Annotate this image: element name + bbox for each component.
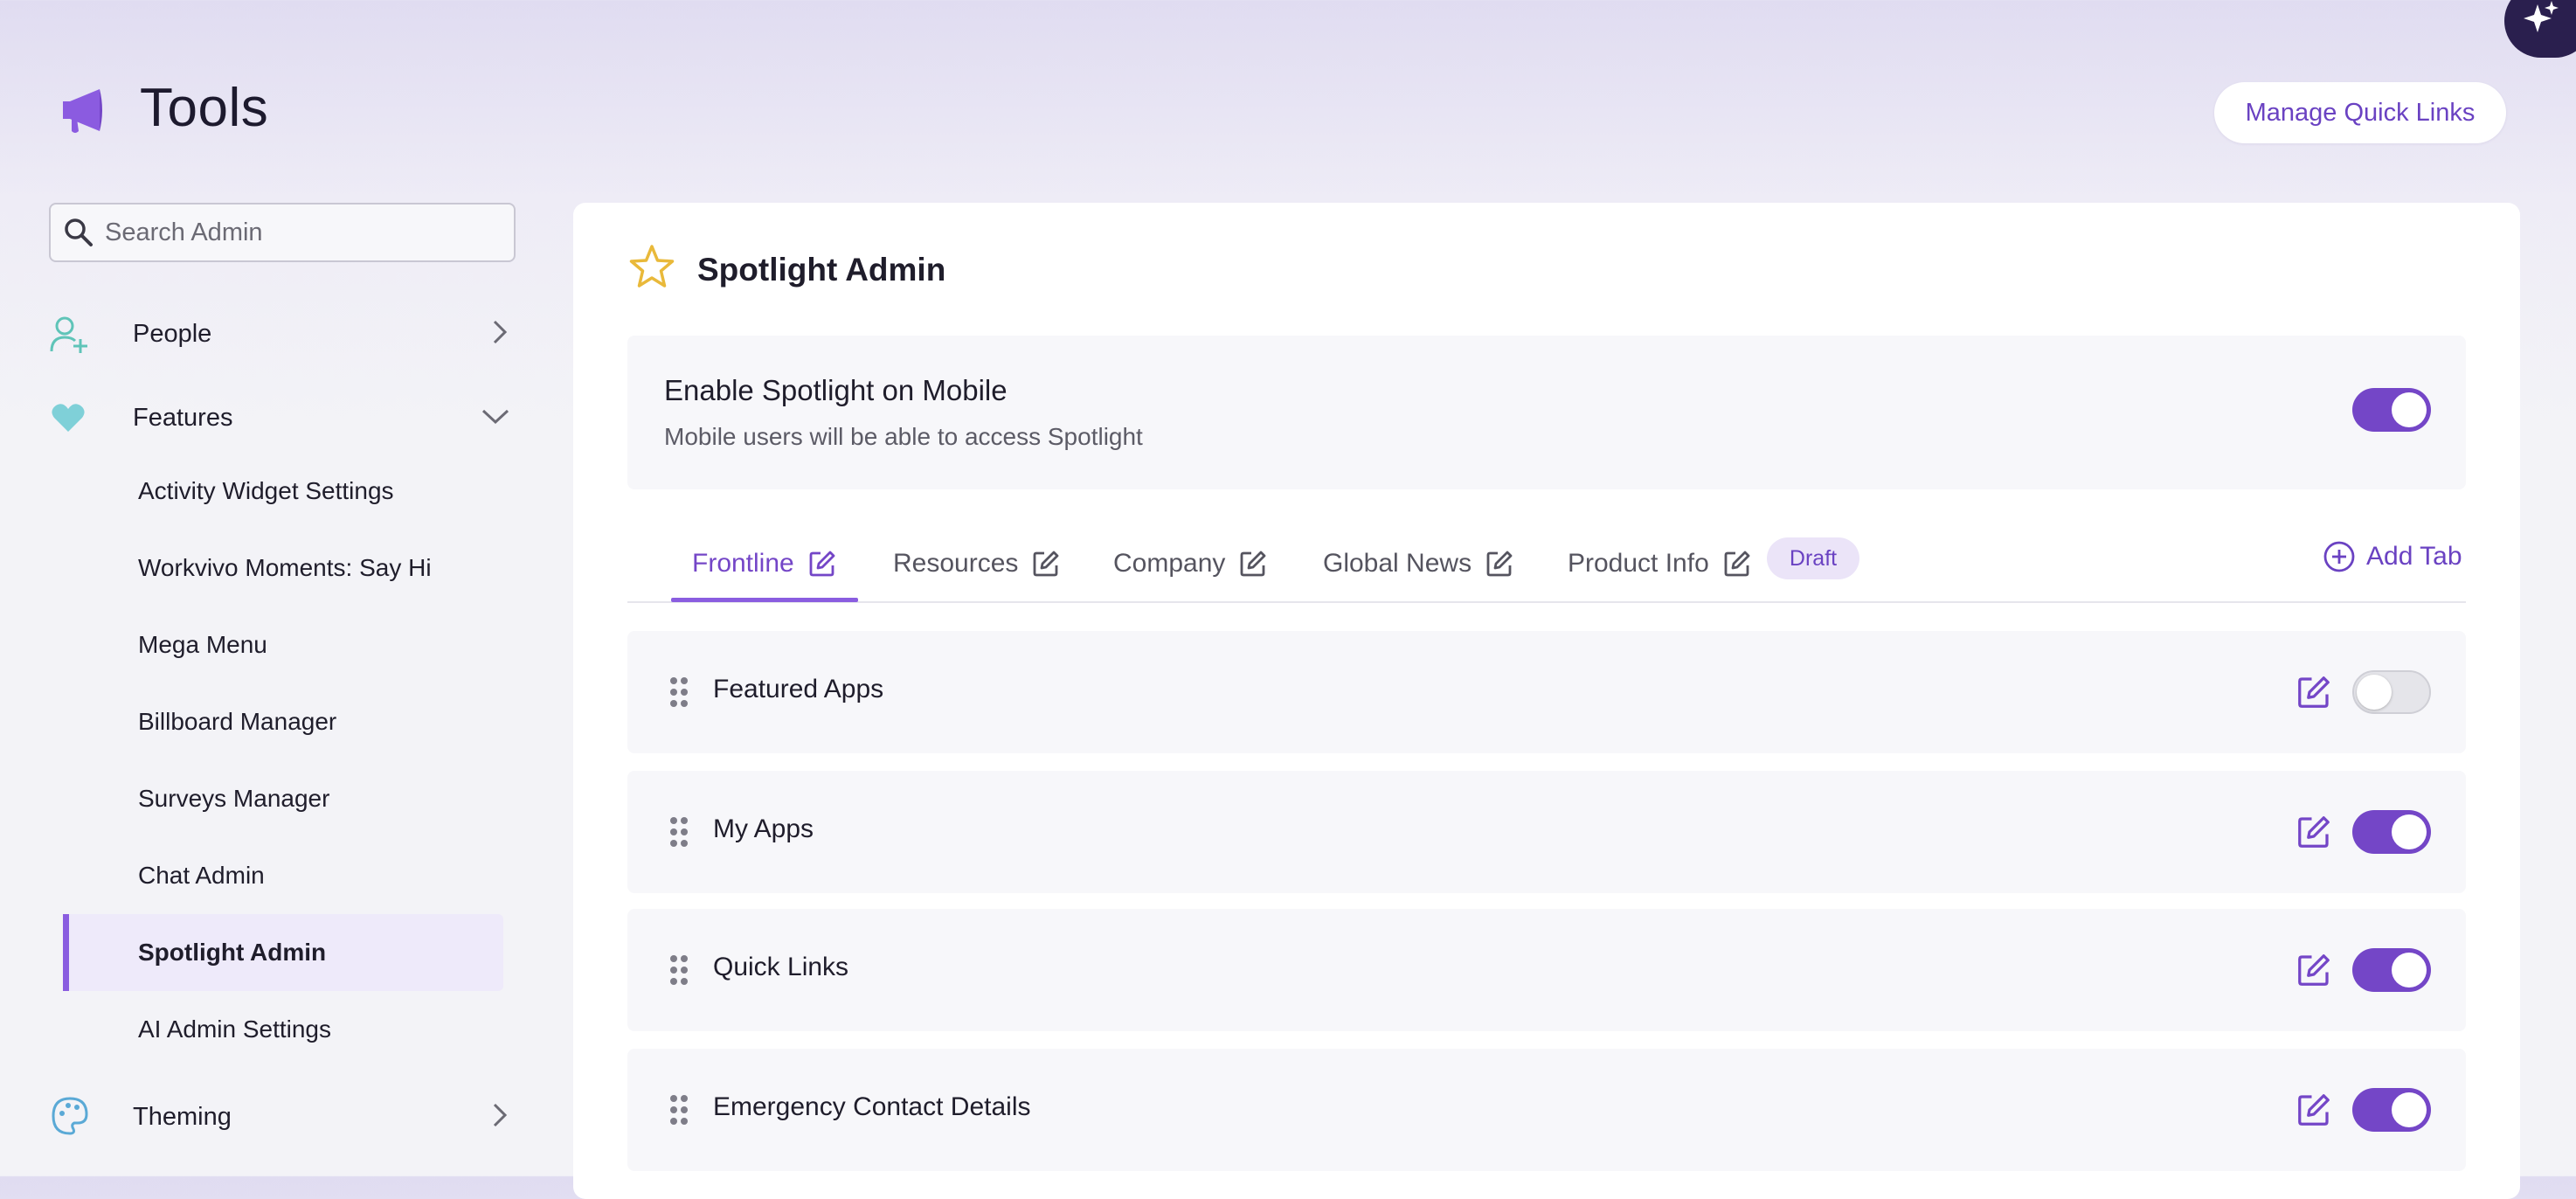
sidebar-group-label: Features [133,403,233,432]
toggle-knob [2357,675,2392,710]
sidebar-item-chat-admin[interactable]: Chat Admin [138,862,265,890]
edit-icon[interactable] [2296,1092,2331,1127]
sidebar-item-ai-admin-settings[interactable]: AI Admin Settings [138,1015,331,1043]
tab-label: Global News [1323,549,1472,578]
card-title: Spotlight Admin [697,252,946,288]
heart-icon [51,402,86,438]
mobile-setting-description: Mobile users will be able to access Spot… [664,423,1143,450]
sidebar-item-billboard-manager[interactable]: Billboard Manager [138,708,336,736]
tab-company[interactable]: Company [1113,542,1267,586]
row-label: Featured Apps [713,675,884,703]
sidebar-group-features[interactable]: Features [49,392,516,444]
toggle-knob [2392,953,2427,988]
mobile-settings-panel [627,336,2466,489]
star-icon [627,243,676,296]
sparkle-icon [2520,0,2560,44]
sidebar-group-label: Theming [133,1102,232,1131]
toggle-knob [2392,392,2427,427]
edit-icon[interactable] [2296,953,2331,988]
page-title: Tools [140,78,269,138]
add-tab-label: Add Tab [2366,542,2462,571]
edit-icon[interactable] [1239,550,1267,578]
search-admin-field[interactable] [49,203,516,262]
tab-label: Product Info [1568,549,1709,578]
tab-label: Frontline [692,549,794,578]
add-tab-button[interactable]: Add Tab [2323,540,2462,573]
sidebar-item-activity-widget-settings[interactable]: Activity Widget Settings [138,477,394,505]
ai-assistant-button[interactable] [2504,0,2576,58]
drag-handle-icon[interactable] [669,1094,689,1126]
row-visibility-toggle[interactable] [2352,1088,2431,1132]
edit-icon[interactable] [1032,550,1060,578]
sidebar-item-mega-menu[interactable]: Mega Menu [138,631,267,659]
chevron-down-icon [481,405,510,431]
section-row-my-apps: My Apps [627,771,2466,893]
sidebar-group-people[interactable]: People [49,308,516,360]
edit-icon[interactable] [1485,550,1513,578]
sidebar-item-spotlight-admin[interactable]: Spotlight Admin [138,939,326,967]
edit-icon[interactable] [808,550,836,578]
row-visibility-toggle[interactable] [2352,948,2431,992]
sidebar-group-theming[interactable]: Theming [49,1091,516,1143]
edit-icon[interactable] [2296,814,2331,849]
edit-icon[interactable] [1723,550,1751,578]
chevron-right-icon [489,318,510,350]
section-row-emergency-contact-details: Emergency Contact Details [627,1049,2466,1171]
tab-global-news[interactable]: Global News [1323,542,1513,586]
drag-handle-icon[interactable] [669,816,689,848]
megaphone-icon [56,82,112,138]
sidebar-item-workvivo-moments[interactable]: Workvivo Moments: Say Hi [138,554,432,582]
row-label: Emergency Contact Details [713,1092,1031,1121]
tab-frontline[interactable]: Frontline [692,542,836,586]
row-label: Quick Links [713,953,849,981]
tab-label: Resources [893,549,1019,578]
sidebar-item-surveys-manager[interactable]: Surveys Manager [138,785,329,813]
toggle-knob [2392,814,2427,849]
active-tab-indicator [671,598,858,602]
chevron-right-icon [489,1101,510,1133]
mobile-setting-title: Enable Spotlight on Mobile [664,374,1008,406]
tab-label: Company [1113,549,1226,578]
add-user-icon [49,315,89,359]
drag-handle-icon[interactable] [669,954,689,986]
search-icon [65,218,93,246]
tab-product-info[interactable]: Product Info [1568,542,1751,586]
mobile-enable-toggle[interactable] [2352,388,2431,432]
row-label: My Apps [713,814,814,843]
palette-icon [51,1096,89,1140]
plus-circle-icon [2323,541,2355,572]
row-visibility-toggle[interactable] [2352,670,2431,714]
search-input[interactable] [103,217,491,248]
tab-resources[interactable]: Resources [893,542,1060,586]
manage-quick-links-button[interactable]: Manage Quick Links [2214,82,2506,143]
drag-handle-icon[interactable] [669,676,689,708]
sidebar-group-label: People [133,319,212,348]
section-row-featured-apps: Featured Apps [627,631,2466,753]
row-visibility-toggle[interactable] [2352,810,2431,854]
tabs-divider [627,601,2466,603]
toggle-knob [2392,1092,2427,1127]
edit-icon[interactable] [2296,675,2331,710]
draft-badge: Draft [1767,537,1859,579]
section-row-quick-links: Quick Links [627,909,2466,1031]
